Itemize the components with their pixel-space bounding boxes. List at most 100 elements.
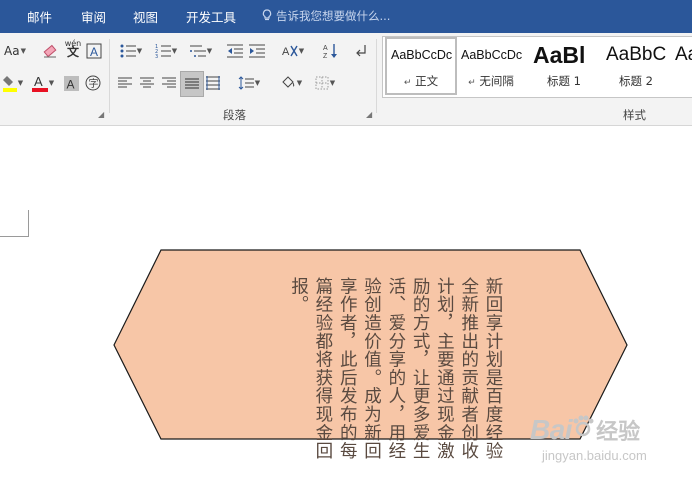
borders-button[interactable]: ▼ — [310, 73, 340, 93]
sort-az-icon: AZ — [323, 43, 339, 59]
paragraph-dialog-launcher-icon[interactable]: ◢ — [366, 110, 372, 119]
watermark-url: jingyan.baidu.com — [542, 448, 647, 463]
paragraph-group-label: 段落 — [223, 108, 246, 122]
chevron-down-icon: ▼ — [20, 47, 26, 55]
highlight-swatch — [2, 88, 17, 92]
paragraph-mark-icon: ↵ — [403, 78, 412, 88]
tell-me-search[interactable]: 告诉我您想要做什么... — [262, 8, 390, 25]
font-color-icon: A — [31, 74, 48, 92]
menu-bar: 邮件 审阅 视图 开发工具 告诉我您想要做什么... — [0, 0, 692, 33]
show-formatting-marks-button[interactable] — [352, 41, 370, 61]
enclose-characters-button[interactable]: 字 — [84, 73, 102, 93]
character-border-icon: A — [86, 43, 102, 59]
style-name: ↵ 无间隔 — [468, 74, 514, 88]
line-spacing-button[interactable]: ▼ — [234, 73, 264, 93]
asian-layout-icon: A — [282, 44, 298, 58]
character-border-button[interactable]: A — [85, 41, 103, 61]
paw-icon — [572, 415, 594, 441]
align-right-icon — [162, 77, 176, 89]
chevron-down-icon: ▼ — [136, 47, 143, 55]
increase-indent-icon — [249, 44, 265, 58]
phonetic-char-icon: 文 — [66, 45, 79, 59]
font-color-button[interactable]: A ▼ — [29, 73, 57, 93]
enclosed-char-icon: 字 — [85, 75, 101, 91]
style-preview: AaBbCcDc — [461, 48, 523, 62]
style-name: 标题 1 — [547, 74, 581, 88]
margin-corner-mark — [0, 236, 29, 237]
document-page[interactable]: 新回享计划是百度经验全新推出的贡献者创收计划，主要通过现金激励的方式，让更多爱生… — [0, 126, 692, 479]
shape-text[interactable]: 新回享计划是百度经验全新推出的贡献者创收计划，主要通过现金激励的方式，让更多爱生… — [229, 277, 505, 467]
tab-developer[interactable]: 开发工具 — [186, 7, 236, 26]
tab-mailings[interactable]: 邮件 — [27, 7, 52, 26]
shading-button[interactable]: ▼ — [276, 73, 306, 93]
align-center-button[interactable] — [138, 73, 156, 93]
increase-indent-button[interactable] — [247, 41, 267, 61]
multilevel-list-icon — [189, 44, 206, 58]
character-shading-icon: A — [63, 75, 79, 91]
align-left-button[interactable] — [116, 73, 134, 93]
numbering-button[interactable]: 123 ▼ — [151, 41, 181, 61]
character-shading-button[interactable]: A — [62, 73, 80, 93]
style-name: ↵ 正文 — [403, 74, 439, 88]
eraser-icon — [42, 43, 58, 59]
highlight-color-button[interactable]: ▼ — [0, 73, 26, 93]
watermark-logo: Bai — [530, 414, 573, 445]
tell-me-text: 告诉我您想要做什么... — [276, 9, 391, 23]
tab-view[interactable]: 视图 — [133, 7, 158, 26]
line-spacing-icon — [238, 76, 254, 90]
change-case-button[interactable]: Aa ▼ — [0, 41, 30, 61]
chevron-down-icon: ▼ — [206, 47, 213, 55]
style-title[interactable]: Aa — [673, 39, 692, 93]
watermark-logo-tail: 经验 — [596, 420, 641, 445]
svg-text:A: A — [90, 45, 98, 59]
paint-bucket-icon — [280, 75, 296, 91]
svg-text:Z: Z — [323, 53, 328, 59]
decrease-indent-button[interactable] — [225, 41, 245, 61]
distributed-icon — [206, 76, 220, 90]
distributed-button[interactable] — [204, 73, 222, 93]
lightbulb-icon — [262, 9, 272, 25]
change-case-label: Aa — [4, 44, 20, 58]
style-normal[interactable]: AaBbCcDc ↵ 正文 — [385, 37, 457, 95]
style-preview: AaBbC — [606, 44, 667, 65]
style-no-spacing[interactable]: AaBbCcDc ↵ 无间隔 — [457, 39, 525, 93]
style-name: 标题 2 — [619, 74, 653, 88]
style-preview: AaBbCcDc — [391, 48, 453, 62]
styles-group-label: 样式 — [623, 108, 646, 122]
chevron-down-icon: ▼ — [254, 79, 261, 87]
asian-layout-button[interactable]: A ▼ — [278, 41, 308, 61]
align-left-icon — [118, 77, 132, 89]
watermark: Bai 经验 jingyan.baidu.com — [530, 414, 647, 463]
style-heading-2[interactable]: AaBbC 标题 2 — [602, 39, 670, 93]
clear-formatting-button[interactable] — [40, 41, 60, 61]
svg-text:A: A — [282, 46, 290, 58]
justify-button[interactable] — [180, 71, 204, 97]
margin-corner-mark — [28, 210, 29, 236]
style-heading-1[interactable]: AaBl 标题 1 — [529, 39, 599, 93]
group-separator — [109, 39, 110, 113]
chevron-down-icon: ▼ — [296, 79, 303, 87]
sort-button[interactable]: AZ — [322, 41, 340, 61]
svg-text:3: 3 — [155, 54, 158, 58]
chevron-down-icon: ▼ — [171, 47, 178, 55]
chevron-down-icon: ▼ — [17, 79, 24, 87]
multilevel-list-button[interactable]: ▼ — [186, 41, 216, 61]
paragraph-mark-icon: ↵ — [468, 78, 476, 88]
numbered-list-icon: 123 — [155, 44, 171, 58]
align-center-icon — [140, 77, 154, 89]
chevron-down-icon: ▼ — [48, 79, 55, 87]
group-separator — [376, 39, 377, 113]
chevron-down-icon: ▼ — [329, 79, 336, 87]
font-dialog-launcher-icon[interactable]: ◢ — [98, 110, 104, 119]
chevron-down-icon: ▼ — [298, 47, 305, 55]
align-right-button[interactable] — [160, 73, 178, 93]
svg-text:A: A — [323, 45, 328, 52]
style-preview: Aa — [675, 44, 692, 65]
justify-icon — [185, 78, 199, 90]
phonetic-guide-button[interactable]: wén 文 — [62, 38, 84, 58]
borders-icon — [315, 76, 329, 90]
style-preview: AaBl — [533, 42, 586, 68]
tab-review[interactable]: 审阅 — [81, 7, 106, 26]
bullets-button[interactable]: ▼ — [116, 41, 146, 61]
styles-gallery: AaBbCcDc ↵ 正文 AaBbCcDc ↵ 无间隔 AaBl 标题 1 A… — [382, 36, 692, 98]
